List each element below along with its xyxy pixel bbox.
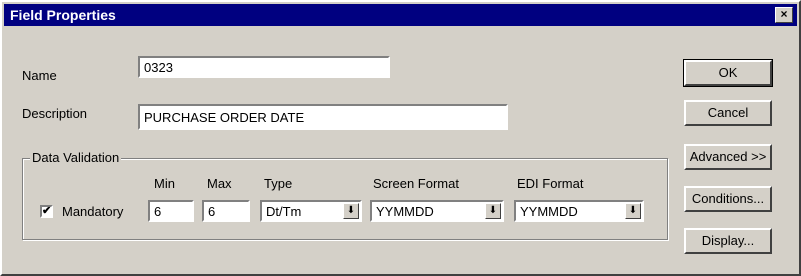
name-field[interactable]: 0323	[138, 56, 390, 78]
dropdown-arrow-icon[interactable]: ⬇	[343, 203, 359, 219]
edi-format-value: YYMMDD	[520, 204, 578, 219]
dropdown-arrow-icon[interactable]: ⬇	[485, 203, 501, 219]
ok-button[interactable]: OK	[683, 59, 773, 87]
description-field[interactable]: PURCHASE ORDER DATE	[138, 104, 508, 130]
dialog-title: Field Properties	[10, 7, 116, 23]
field-properties-dialog: Field Properties × Name 0323 Description…	[0, 0, 801, 276]
type-select[interactable]: Dt/Tm ⬇	[260, 200, 362, 222]
type-select-value: Dt/Tm	[266, 204, 302, 219]
edi-format-select[interactable]: YYMMDD ⬇	[514, 200, 644, 222]
close-icon[interactable]: ×	[775, 7, 793, 23]
mandatory-checkbox[interactable]: ✔	[40, 205, 53, 218]
data-validation-group	[22, 158, 668, 240]
cancel-button[interactable]: Cancel	[684, 100, 772, 126]
max-field[interactable]: 6	[202, 200, 250, 222]
min-field[interactable]: 6	[148, 200, 194, 222]
title-bar[interactable]: Field Properties ×	[4, 4, 797, 26]
max-label: Max	[207, 176, 232, 191]
dropdown-arrow-icon[interactable]: ⬇	[625, 203, 641, 219]
advanced-button[interactable]: Advanced >>	[684, 144, 772, 170]
min-label: Min	[154, 176, 175, 191]
conditions-button[interactable]: Conditions...	[684, 186, 772, 212]
screen-format-select[interactable]: YYMMDD ⬇	[370, 200, 504, 222]
screen-format-label: Screen Format	[373, 176, 459, 191]
data-validation-label: Data Validation	[30, 150, 122, 165]
description-label: Description	[22, 106, 88, 121]
name-label: Name	[22, 68, 57, 83]
mandatory-label[interactable]: Mandatory	[62, 204, 123, 219]
screen-format-value: YYMMDD	[376, 204, 434, 219]
display-button[interactable]: Display...	[684, 228, 772, 254]
edi-format-label: EDI Format	[517, 176, 584, 191]
type-label: Type	[264, 176, 293, 191]
